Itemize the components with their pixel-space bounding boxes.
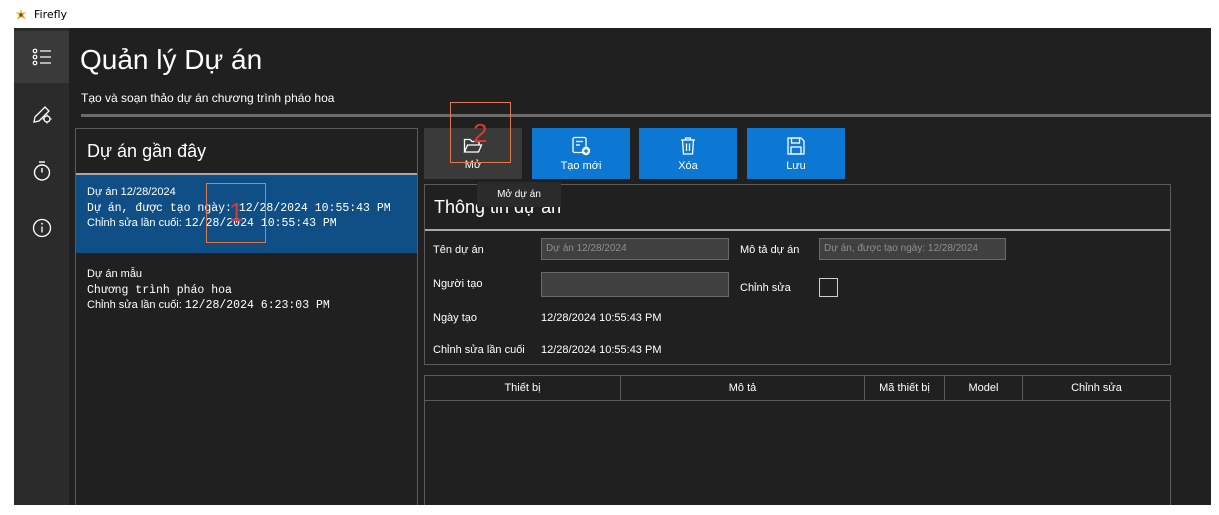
project-name-label: Tên dự án bbox=[433, 244, 484, 256]
firework-icon bbox=[16, 9, 26, 20]
created-date-label: Ngày tạo bbox=[433, 312, 478, 324]
nav-timer[interactable] bbox=[14, 145, 69, 197]
recent-projects-title: Dự án gần đây bbox=[87, 141, 207, 161]
save-icon bbox=[787, 136, 805, 155]
title-bar: Firefly bbox=[0, 0, 1219, 28]
devices-table-header: Thiết bị Mô tả Mã thiết bị Model Chỉnh s… bbox=[425, 376, 1170, 401]
page-subtitle: Tạo và soạn thảo dự án chương trình pháo… bbox=[81, 91, 335, 105]
column-header-description[interactable]: Mô tả bbox=[621, 376, 865, 400]
last-edited-label: Chỉnh sửa lần cuối: bbox=[87, 299, 182, 311]
delete-button-label: Xóa bbox=[678, 159, 698, 172]
created-date-value: 12/28/2024 10:55:43 PM bbox=[541, 312, 662, 324]
recent-project-item[interactable]: Dự án mẫu Chương trình pháo hoa Chỉnh sử… bbox=[76, 257, 417, 335]
last-modified-value: 12/28/2024 10:55:43 PM bbox=[541, 344, 662, 356]
window-title: Firefly bbox=[34, 8, 68, 21]
delete-button[interactable]: Xóa bbox=[639, 128, 737, 179]
project-last-edited: Chỉnh sửa lần cuối: 12/28/2024 6:23:03 P… bbox=[87, 299, 330, 312]
project-name-field[interactable]: Dự án 12/28/2024 bbox=[541, 238, 729, 260]
recent-projects-header: Dự án gần đây bbox=[76, 129, 417, 175]
page-title: Quản lý Dự án bbox=[80, 44, 263, 75]
open-project-tooltip: Mở dự án bbox=[477, 182, 561, 207]
new-project-button[interactable]: Tạo mới bbox=[532, 128, 630, 179]
devices-table: Thiết bị Mô tả Mã thiết bị Model Chỉnh s… bbox=[424, 375, 1171, 505]
nav-projects[interactable] bbox=[14, 31, 69, 83]
stopwatch-icon bbox=[33, 161, 50, 181]
editable-checkbox[interactable] bbox=[819, 278, 838, 297]
save-button[interactable]: Lưu bbox=[747, 128, 845, 179]
creator-field[interactable] bbox=[541, 272, 729, 297]
project-name: Dự án 12/28/2024 bbox=[87, 186, 176, 198]
app-window: Quản lý Dự án Tạo và soạn thảo dự án chư… bbox=[14, 28, 1211, 505]
last-modified-label: Chỉnh sửa lần cuối bbox=[433, 344, 525, 356]
nav-editor[interactable] bbox=[14, 88, 69, 140]
save-button-label: Lưu bbox=[786, 159, 806, 172]
column-header-model[interactable]: Model bbox=[945, 376, 1023, 400]
editable-label: Chỉnh sửa bbox=[740, 282, 791, 294]
header-divider bbox=[81, 114, 1211, 117]
new-project-button-label: Tạo mới bbox=[560, 159, 602, 172]
last-edited-label: Chỉnh sửa lần cuối: bbox=[87, 217, 182, 229]
project-description-label: Mô tả dự án bbox=[740, 244, 800, 256]
info-icon bbox=[32, 218, 51, 238]
project-name: Dự án mẫu bbox=[87, 268, 143, 280]
new-project-icon bbox=[572, 136, 591, 155]
nav-about[interactable] bbox=[14, 202, 69, 254]
annotation-number: 2 bbox=[473, 118, 488, 148]
column-header-edit[interactable]: Chỉnh sửa bbox=[1023, 376, 1170, 400]
project-description: Chương trình pháo hoa bbox=[87, 284, 232, 297]
nav-rail bbox=[14, 28, 69, 505]
column-header-device[interactable]: Thiết bị bbox=[425, 376, 621, 400]
list-icon bbox=[32, 48, 51, 66]
project-description-field[interactable]: Dự án, được tạo ngày: 12/28/2024 bbox=[819, 238, 1006, 260]
project-info-panel: Thông tin dự án Tên dự án Dự án 12/28/20… bbox=[424, 184, 1171, 365]
pen-gear-icon bbox=[32, 106, 51, 124]
annotation-number: 1 bbox=[229, 197, 244, 227]
creator-label: Người tạo bbox=[433, 278, 483, 290]
trash-icon bbox=[681, 136, 695, 155]
column-header-device-code[interactable]: Mã thiết bị bbox=[865, 376, 945, 400]
last-edited-time: 12/28/2024 6:23:03 PM bbox=[184, 299, 330, 312]
